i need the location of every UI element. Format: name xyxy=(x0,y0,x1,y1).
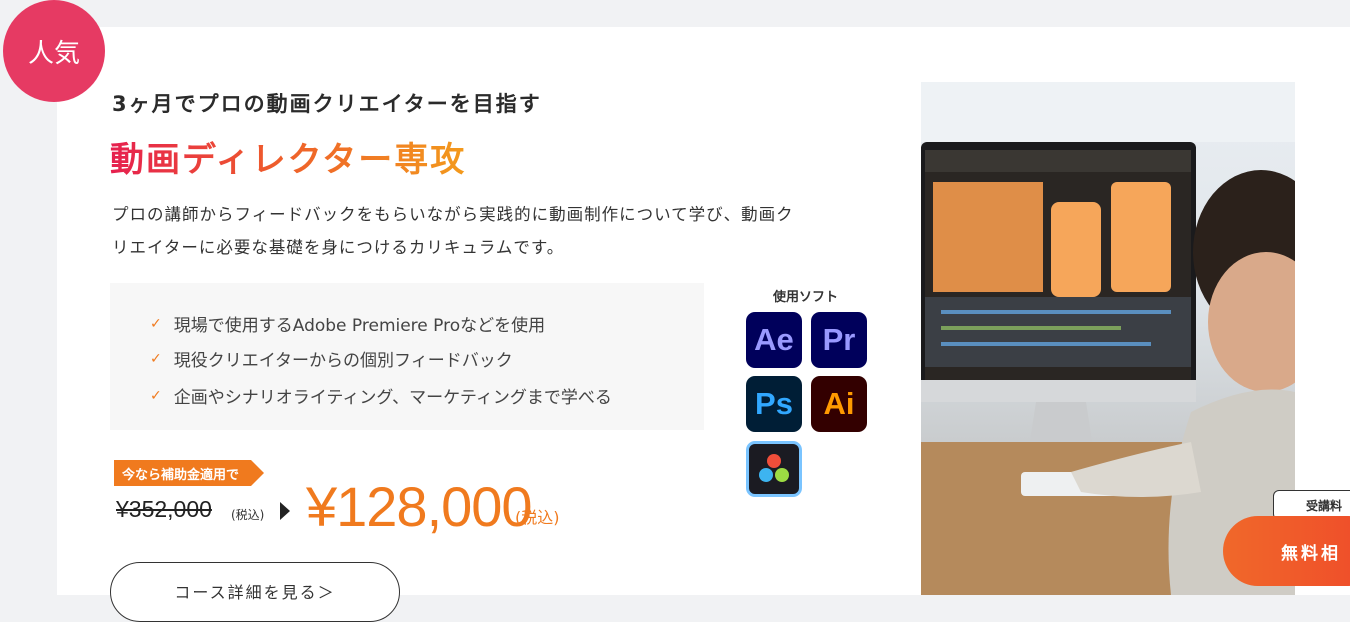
course-subtitle: 3ヶ月でプロの動画クリエイターを目指す xyxy=(112,92,542,116)
check-icon: ✓ xyxy=(150,315,162,332)
course-description: プロの講師からフィードバックをもらいながら実践的に動画制作について学び、動画ク … xyxy=(112,198,852,264)
premiere-pro-icon: Pr xyxy=(811,312,867,368)
course-title: 動画ディレクター専攻 xyxy=(110,132,466,181)
course-photo xyxy=(921,82,1295,595)
check-icon: ✓ xyxy=(150,387,162,404)
popular-badge: 人気 xyxy=(3,0,105,102)
discounted-price-tax: (税込) xyxy=(515,508,560,527)
description-line: プロの講師からフィードバックをもらいながら実践的に動画制作について学び、動画ク xyxy=(112,205,794,224)
original-price-tax: (税込) xyxy=(231,508,265,522)
feature-label: 現場で使用するAdobe Premiere Proなどを使用 xyxy=(173,316,546,336)
feature-label: 企画やシナリオライティング、マーケティングまで学べる xyxy=(173,388,612,408)
subsidy-promo-tag: 今なら補助金適用で xyxy=(114,460,265,486)
check-icon: ✓ xyxy=(150,350,162,367)
arrow-right-icon xyxy=(280,502,290,520)
course-detail-button[interactable]: コース詳細を見る＞ xyxy=(110,562,400,622)
photoshop-icon: Ps xyxy=(746,376,802,432)
original-price: ¥352,000 xyxy=(116,496,212,522)
feature-item: ✓ 現場で使用するAdobe Premiere Proなどを使用 xyxy=(150,311,546,337)
discounted-price: ¥128,000 xyxy=(306,475,533,538)
feature-label: 現役クリエイターからの個別フィードバック xyxy=(173,351,513,371)
illustrator-icon: Ai xyxy=(811,376,867,432)
davinci-resolve-icon xyxy=(746,441,802,497)
description-line: リエイターに必要な基礎を身につけるカリキュラムです。 xyxy=(112,238,565,257)
feature-list: ✓ 現場で使用するAdobe Premiere Proなどを使用 ✓ 現役クリエ… xyxy=(110,283,704,430)
free-consultation-button[interactable]: 無料相 xyxy=(1223,516,1350,586)
feature-item: ✓ 企画やシナリオライティング、マーケティングまで学べる xyxy=(150,383,612,409)
software-label: 使用ソフト xyxy=(773,290,839,305)
feature-item: ✓ 現役クリエイターからの個別フィードバック xyxy=(150,346,513,372)
after-effects-icon: Ae xyxy=(746,312,802,368)
